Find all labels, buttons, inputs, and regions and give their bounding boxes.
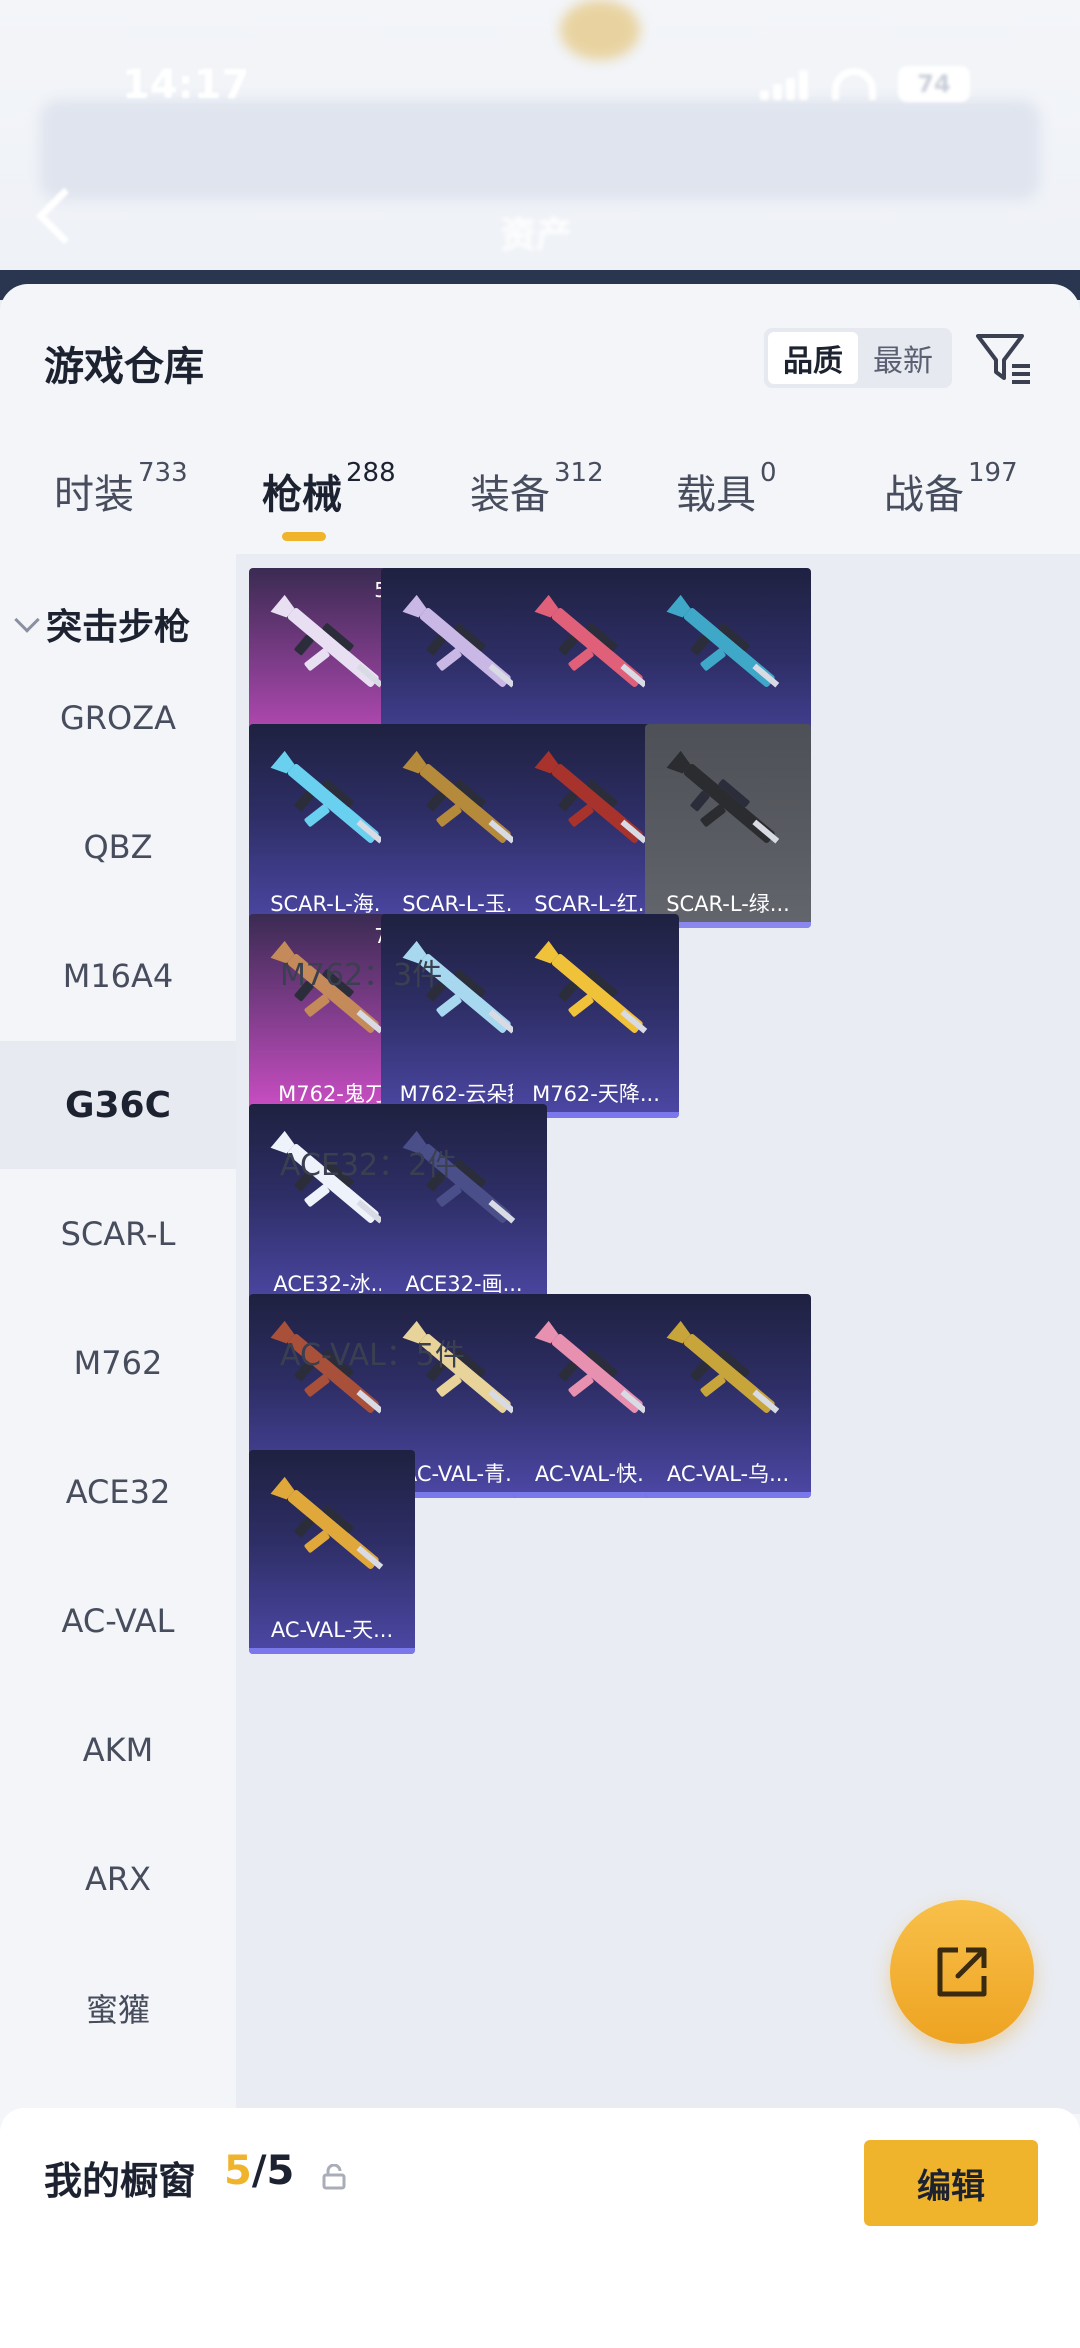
tab-count: 197 <box>968 458 1018 488</box>
tab-count: 733 <box>138 458 188 488</box>
tab-fashion[interactable]: 时装 733 <box>54 458 188 520</box>
showcase-total: /5 <box>251 2148 295 2194</box>
sidebar-item-6[interactable]: ACE32 <box>0 1428 236 1556</box>
weapon-name: AC-VAL-乌... <box>666 1462 790 1486</box>
rifle-icon <box>267 584 397 714</box>
rifle-icon <box>663 1310 793 1440</box>
tab-vehicles[interactable]: 载具 0 <box>676 458 777 520</box>
sidebar-item-8[interactable]: AKM <box>0 1686 236 1814</box>
sidebar-item-7[interactable]: AC-VAL <box>0 1557 236 1685</box>
sidebar-item-2[interactable]: M16A4 <box>0 912 236 1040</box>
edit-button[interactable]: 编辑 <box>864 2140 1038 2226</box>
sidebar-section-label: 突击步枪 <box>46 607 191 648</box>
showcase-bar: 我的橱窗 5/5 编辑 <box>0 2108 1080 2348</box>
rifle-icon <box>531 584 661 714</box>
warehouse-sheet: 游戏仓库 品质 最新 时装 733 枪械 288 装备 312 载具 0 战备 <box>0 284 1080 2348</box>
rifle-icon <box>663 740 793 870</box>
sidebar-item-3[interactable]: G36C <box>0 1041 236 1169</box>
showcase-title: 我的橱窗 <box>44 2159 197 2203</box>
weapon-card[interactable]: AC-VAL-乌... <box>645 1294 811 1498</box>
external-link-icon <box>937 1947 987 1997</box>
weapon-name: AC-VAL-天... <box>270 1618 394 1642</box>
sidebar-item-10[interactable]: 蜜獾 <box>0 1944 236 2072</box>
weapon-sidebar: 突击步枪 GROZA QBZ M16A4 G36C SCAR-L M762 ACE32 AC-… <box>0 554 236 2114</box>
wifi-icon <box>832 68 876 100</box>
status-time: 14:17 <box>122 62 250 108</box>
group-label: AC-VAL：5件 <box>280 1338 465 1373</box>
tab-supplies[interactable]: 战备 197 <box>884 458 1018 520</box>
rifle-icon <box>399 584 529 714</box>
rifle-icon <box>267 1466 397 1596</box>
group-label: M762：3件 <box>280 958 443 993</box>
sidebar-item-4[interactable]: SCAR-L <box>0 1170 236 1298</box>
status-icons: 74 <box>760 66 970 102</box>
battery-icon: 74 <box>898 66 970 102</box>
background-tab-assets: 资产 <box>500 215 573 256</box>
sort-quality[interactable]: 品质 <box>768 332 858 384</box>
sort-toggle: 品质 最新 <box>764 328 952 388</box>
background-header: 14:17 74 资产 <box>0 0 1080 300</box>
share-button[interactable] <box>890 1900 1034 2044</box>
tab-label: 载具 <box>676 472 756 518</box>
page-title: 游戏仓库 <box>44 344 204 390</box>
tab-count: 288 <box>346 458 396 488</box>
group-label: ACE32：2件 <box>280 1148 458 1183</box>
rifle-icon <box>531 930 661 1060</box>
sort-newest[interactable]: 最新 <box>858 332 948 384</box>
lock-icon <box>322 2164 346 2190</box>
sidebar-section-assault-rifles[interactable]: 突击步枪 <box>14 598 191 650</box>
sidebar-item-9[interactable]: ARX <box>0 1815 236 1943</box>
tab-equipment[interactable]: 装备 312 <box>470 458 604 520</box>
rifle-icon <box>663 584 793 714</box>
category-tabs: 时装 733 枪械 288 装备 312 载具 0 战备 197 <box>0 458 1080 542</box>
tab-label: 时装 <box>54 472 134 518</box>
filter-icon[interactable] <box>972 326 1036 390</box>
tab-firearms[interactable]: 枪械 288 <box>262 458 396 520</box>
chevron-down-icon <box>14 607 40 633</box>
weapon-card[interactable]: ACE32-画... <box>381 1104 547 1308</box>
rifle-icon <box>267 740 397 870</box>
weapon-card[interactable]: AC-VAL-天... <box>249 1450 415 1654</box>
tab-label: 装备 <box>470 472 550 518</box>
sidebar-item-1[interactable]: QBZ <box>0 783 236 911</box>
tab-label: 战备 <box>884 472 964 518</box>
signal-icon <box>760 68 810 100</box>
showcase-current: 5 <box>224 2148 252 2194</box>
tab-count: 312 <box>554 458 604 488</box>
sidebar-item-5[interactable]: M762 <box>0 1299 236 1427</box>
weapon-card[interactable]: M762-天降... <box>513 914 679 1118</box>
tab-label: 枪械 <box>262 472 342 518</box>
rifle-icon <box>531 740 661 870</box>
rifle-icon <box>531 1310 661 1440</box>
rifle-icon <box>399 740 529 870</box>
tab-active-indicator <box>282 532 326 541</box>
tab-count: 0 <box>760 458 777 488</box>
showcase-count: 5/5 <box>224 2148 294 2194</box>
weapon-card[interactable]: SCAR-L-绿... <box>645 724 811 928</box>
sidebar-item-0[interactable]: GROZA <box>0 654 236 782</box>
